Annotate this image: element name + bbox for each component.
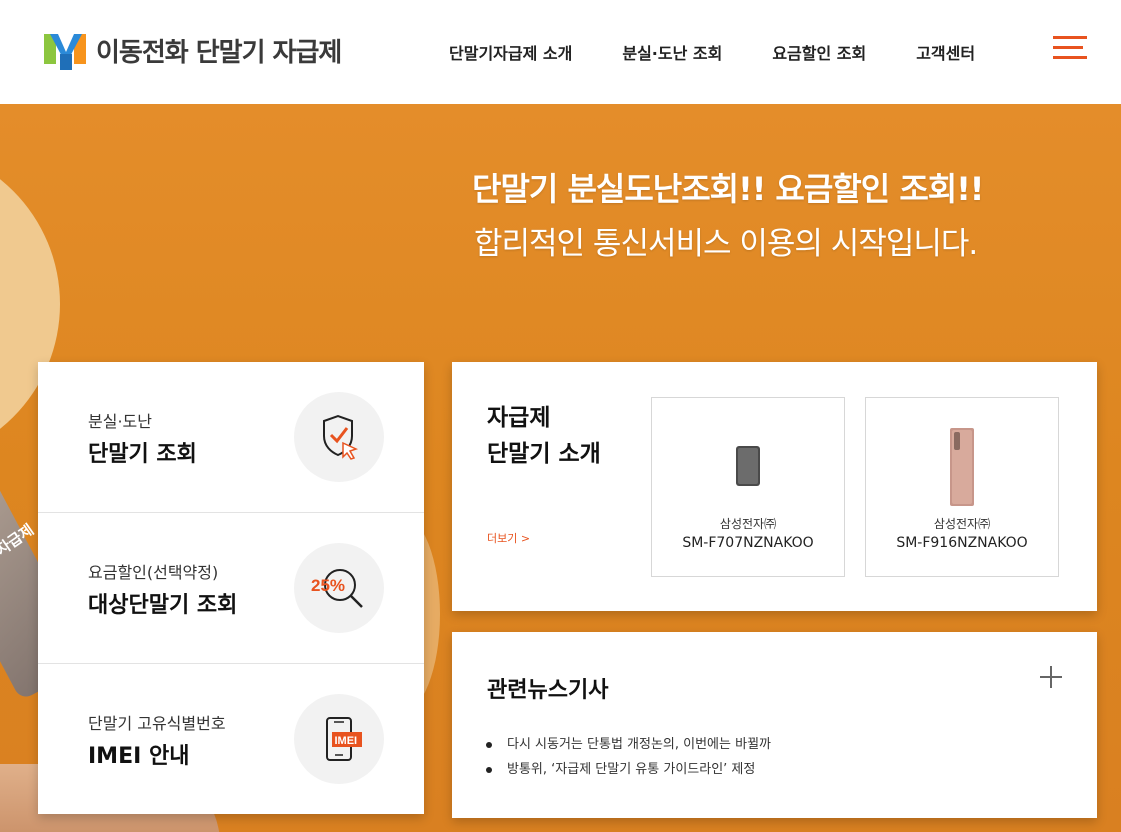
percent-search-icon: 25% bbox=[294, 543, 384, 633]
device-image bbox=[950, 428, 974, 506]
service-title: 단말기 조회 bbox=[88, 442, 197, 467]
service-small-label: 단말기 고유식별번호 bbox=[88, 714, 226, 733]
nav-lost-stolen[interactable]: 분실·도난 조회 bbox=[622, 40, 722, 64]
nav-intro[interactable]: 단말기자급제 소개 bbox=[449, 40, 572, 64]
device-model: SM-F916NZNAKOO bbox=[896, 535, 1028, 551]
news-title: 관련뉴스기사 bbox=[487, 678, 609, 703]
icon-percent-text: 25% bbox=[311, 576, 345, 595]
devices-card: 자급제 단말기 소개 더보기 > 삼성전자㈜ SM-F707NZNAKOO 삼성… bbox=[452, 362, 1097, 611]
site-logo[interactable]: 이동전화 단말기 자급제 bbox=[44, 30, 342, 70]
hero-subtitle: 합리적인 통신서비스 이용의 시작입니다. bbox=[474, 226, 978, 262]
phone-imei-icon: IMEI bbox=[294, 694, 384, 784]
devices-title-line2: 단말기 소개 bbox=[487, 441, 601, 467]
device-image bbox=[736, 446, 760, 486]
service-title: 대상단말기 조회 bbox=[88, 593, 238, 618]
logo-mark-icon bbox=[44, 30, 88, 70]
devices-more-link[interactable]: 더보기 > bbox=[487, 530, 530, 546]
plus-icon[interactable] bbox=[1040, 666, 1062, 688]
devices-title: 자급제 단말기 소개 bbox=[487, 400, 601, 472]
device-brand: 삼성전자㈜ bbox=[719, 517, 777, 531]
service-imei[interactable]: 단말기 고유식별번호 IMEI 안내 IMEI bbox=[38, 663, 424, 814]
service-small-label: 분실·도난 bbox=[88, 412, 152, 431]
logo-text: 이동전화 단말기 자급제 bbox=[96, 37, 342, 68]
service-title: IMEI 안내 bbox=[88, 744, 190, 769]
site-header: 이동전화 단말기 자급제 단말기자급제 소개 분실·도난 조회 요금할인 조회 … bbox=[0, 0, 1121, 104]
device-model: SM-F707NZNAKOO bbox=[682, 535, 814, 551]
icon-imei-text: IMEI bbox=[335, 735, 358, 747]
services-card: 분실·도난 단말기 조회 요금할인(선택약정) 대상단말기 조회 25% 단말기… bbox=[38, 362, 424, 814]
shield-check-cursor-icon bbox=[294, 392, 384, 482]
device-card[interactable]: 삼성전자㈜ SM-F707NZNAKOO bbox=[651, 397, 845, 577]
service-small-label: 요금할인(선택약정) bbox=[88, 563, 219, 582]
devices-title-line1: 자급제 bbox=[487, 405, 551, 431]
nav-support[interactable]: 고객센터 bbox=[916, 40, 975, 64]
news-list: 다시 시동거는 단통법 개정논의, 이번에는 바뀔까 방통위, ‘자급제 단말기… bbox=[486, 732, 771, 782]
device-brand: 삼성전자㈜ bbox=[933, 517, 991, 531]
hero-title: 단말기 분실도난조회!! 요금할인 조회!! bbox=[472, 170, 984, 208]
service-lost-stolen[interactable]: 분실·도난 단말기 조회 bbox=[38, 362, 424, 512]
news-card: 관련뉴스기사 다시 시동거는 단통법 개정논의, 이번에는 바뀔까 방통위, ‘… bbox=[452, 632, 1097, 818]
main-nav: 단말기자급제 소개 분실·도난 조회 요금할인 조회 고객센터 bbox=[449, 40, 975, 64]
news-item[interactable]: 방통위, ‘자급제 단말기 유통 가이드라인’ 제정 bbox=[486, 757, 771, 782]
nav-discount[interactable]: 요금할인 조회 bbox=[772, 40, 866, 64]
service-discount[interactable]: 요금할인(선택약정) 대상단말기 조회 25% bbox=[38, 512, 424, 663]
news-item[interactable]: 다시 시동거는 단통법 개정논의, 이번에는 바뀔까 bbox=[486, 732, 771, 757]
device-card[interactable]: 삼성전자㈜ SM-F916NZNAKOO bbox=[865, 397, 1059, 577]
hamburger-menu-icon[interactable] bbox=[1053, 36, 1087, 60]
